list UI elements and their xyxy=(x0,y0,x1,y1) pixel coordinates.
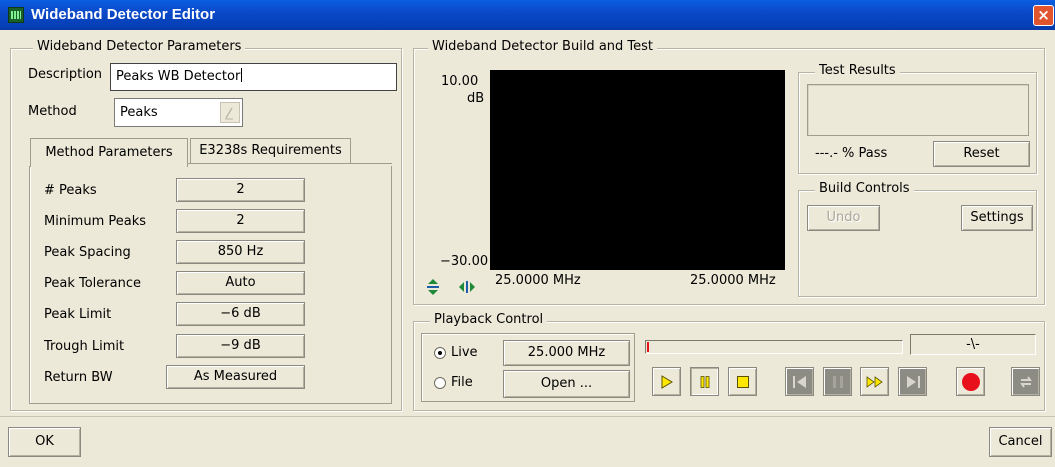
method-select[interactable]: Peaks xyxy=(114,98,243,127)
title-bar: Wideband Detector Editor × xyxy=(0,0,1055,30)
playback-position-slider[interactable] xyxy=(645,340,903,354)
param-label-peak-spacing: Peak Spacing xyxy=(44,245,131,260)
build-controls-legend: Build Controls xyxy=(815,181,914,196)
param-value-return-bw[interactable]: As Measured xyxy=(166,365,305,389)
fast-forward-button[interactable] xyxy=(860,367,889,396)
param-value-trough-limit[interactable]: −9 dB xyxy=(176,334,305,358)
play-button[interactable] xyxy=(652,367,681,396)
loop-icon xyxy=(1018,374,1034,394)
spectrum-plot[interactable] xyxy=(490,70,785,270)
open-file-button[interactable]: Open ... xyxy=(503,370,630,398)
stop-button[interactable] xyxy=(728,367,757,396)
param-value-peak-tolerance[interactable]: Auto xyxy=(176,271,305,295)
ok-button[interactable]: OK xyxy=(8,427,81,457)
tab-panel-topline xyxy=(188,163,392,164)
playback-legend: Playback Control xyxy=(430,312,548,327)
vertical-zoom-icon[interactable] xyxy=(425,278,441,296)
method-value: Peaks xyxy=(120,105,158,120)
test-results-legend: Test Results xyxy=(815,63,900,78)
reset-button[interactable]: Reset xyxy=(933,141,1030,167)
skip-forward-icon xyxy=(905,375,921,393)
undo-button[interactable]: Undo xyxy=(807,205,880,231)
method-label: Method xyxy=(28,104,77,119)
cancel-button[interactable]: Cancel xyxy=(989,427,1052,457)
record-icon xyxy=(961,372,981,396)
loop-button[interactable] xyxy=(1011,367,1040,396)
param-label-peaks: # Peaks xyxy=(44,183,97,198)
description-field[interactable]: Peaks WB Detector xyxy=(110,63,397,91)
parameters-legend: Wideband Detector Parameters xyxy=(33,39,246,54)
dropdown-arrow-icon xyxy=(220,102,240,123)
footer-divider xyxy=(0,416,1055,417)
param-value-peaks[interactable]: 2 xyxy=(176,178,305,202)
description-label: Description xyxy=(28,67,103,82)
play-icon xyxy=(661,375,673,393)
x-axis-left-label: 25.0000 MHz xyxy=(495,273,581,288)
test-results-display xyxy=(807,84,1029,136)
file-label[interactable]: File xyxy=(451,375,473,390)
description-value: Peaks WB Detector xyxy=(116,69,241,84)
param-label-peak-tolerance: Peak Tolerance xyxy=(44,276,141,291)
stop-icon xyxy=(737,376,749,392)
text-caret xyxy=(241,68,243,82)
tab-label: Method Parameters xyxy=(45,145,173,160)
horizontal-zoom-icon[interactable] xyxy=(458,279,476,295)
tab-method-parameters[interactable]: Method Parameters xyxy=(30,138,188,167)
param-value-peak-spacing[interactable]: 850 Hz xyxy=(176,240,305,264)
param-value-peak-limit[interactable]: −6 dB xyxy=(176,302,305,326)
live-label[interactable]: Live xyxy=(451,345,478,360)
record-button[interactable] xyxy=(956,367,985,396)
param-label-return-bw: Return BW xyxy=(44,370,113,385)
pass-percentage: ---.- % Pass xyxy=(815,146,888,161)
skip-back-icon xyxy=(792,375,808,393)
build-test-legend: Wideband Detector Build and Test xyxy=(428,39,658,54)
live-frequency-button[interactable]: 25.000 MHz xyxy=(503,340,630,366)
app-icon xyxy=(8,7,24,23)
param-label-minimum-peaks: Minimum Peaks xyxy=(44,214,147,229)
y-axis-unit-label: dB xyxy=(467,91,485,106)
param-label-trough-limit: Trough Limit xyxy=(44,339,125,354)
live-radio[interactable] xyxy=(434,347,446,359)
y-axis-top-label: 10.00 xyxy=(441,74,479,89)
fast-forward-icon xyxy=(866,376,884,392)
pause-icon xyxy=(700,376,710,392)
skip-to-end-button[interactable] xyxy=(898,367,927,396)
x-axis-right-label: 25.0000 MHz xyxy=(690,273,776,288)
y-axis-bottom-label: −30.00 xyxy=(440,254,489,269)
file-radio[interactable] xyxy=(434,377,446,389)
mode-indicator: -\- xyxy=(910,334,1036,355)
close-button[interactable]: × xyxy=(1033,5,1054,26)
step-icon xyxy=(831,375,845,393)
tab-label: E3238s Requirements xyxy=(199,143,342,158)
pause-button[interactable] xyxy=(690,367,719,396)
param-label-peak-limit: Peak Limit xyxy=(44,307,112,322)
step-button[interactable] xyxy=(823,367,852,396)
window-title: Wideband Detector Editor xyxy=(31,6,216,23)
playback-position-marker xyxy=(647,342,649,352)
param-value-minimum-peaks[interactable]: 2 xyxy=(176,209,305,233)
skip-to-start-button[interactable] xyxy=(785,367,814,396)
settings-button[interactable]: Settings xyxy=(961,205,1033,231)
tab-e3238s-requirements[interactable]: E3238s Requirements xyxy=(190,138,351,163)
